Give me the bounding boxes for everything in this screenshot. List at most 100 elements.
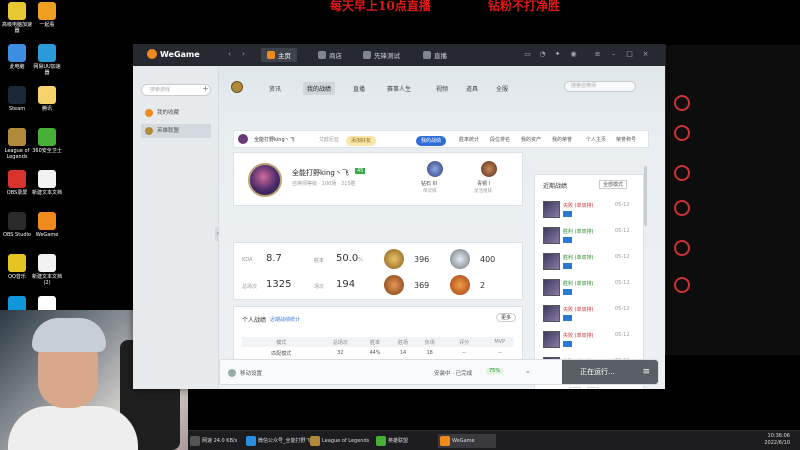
personal-subtitle[interactable]: 近期战绩统计 bbox=[270, 316, 300, 323]
nav-pioneer[interactable]: 先锋测试 bbox=[363, 50, 400, 60]
sidebar-search-input[interactable]: 搜索游戏 + bbox=[141, 84, 211, 96]
clock[interactable]: 10:36:06 2022/6/10 bbox=[764, 433, 790, 447]
subnav-rank[interactable]: 段位排名 bbox=[490, 136, 510, 143]
summoner-avatar bbox=[248, 163, 282, 197]
tab-events[interactable]: 赛事人生 bbox=[387, 84, 411, 93]
match-date: 05-12 bbox=[615, 254, 630, 260]
list-item[interactable]: 失败 (单双排) 05-12 bbox=[543, 329, 643, 351]
desktop-icon[interactable]: 此电脑 bbox=[2, 44, 32, 70]
lol-icon bbox=[145, 127, 153, 135]
expand-icon[interactable]: ⌄ bbox=[525, 367, 531, 375]
desktop-icon[interactable]: 网易UU加速器 bbox=[32, 44, 62, 76]
match-date: 05-12 bbox=[615, 228, 630, 234]
rank-flex-sub: 灵活组排 bbox=[474, 189, 492, 194]
next-page-button[interactable]: > bbox=[587, 387, 599, 389]
match-result: 失败 (单双排) bbox=[563, 203, 594, 209]
sidebar-item-favorites[interactable]: 我的收藏 bbox=[141, 106, 211, 120]
install-percent: 75% bbox=[486, 368, 504, 374]
desktop-icon[interactable]: 一起看 bbox=[32, 2, 62, 28]
desktop-icon[interactable]: 新建文本文档 (2) bbox=[32, 254, 62, 286]
sidebar-item-lol[interactable]: 英雄联盟 bbox=[141, 124, 211, 138]
match-date: 05-12 bbox=[615, 202, 630, 208]
prev-page-button[interactable]: < bbox=[569, 387, 581, 389]
minimize-icon[interactable]: – bbox=[609, 50, 618, 59]
recent-title: 近期战绩 bbox=[543, 183, 568, 190]
table-header: 评分 bbox=[442, 337, 486, 347]
subnav-winrate[interactable]: 胜率统计 bbox=[459, 136, 479, 143]
bottom-left-label[interactable]: 移动设置 bbox=[240, 369, 262, 377]
summoner-search-input[interactable]: 搜索召唤师 bbox=[564, 81, 636, 92]
running-menu-icon[interactable]: ≡ bbox=[642, 360, 650, 384]
desktop-icon[interactable]: 腾讯 bbox=[32, 86, 62, 112]
subnav-honor[interactable]: 我的荣誉 bbox=[552, 136, 572, 143]
subnav-my-record[interactable]: 我的战绩 bbox=[416, 136, 447, 146]
profile-card: 全能打野king丶飞 45 召唤师等级 · 100场 · 215胜 钻石 III… bbox=[233, 152, 523, 206]
desktop-icon[interactable]: OBS录屏 bbox=[2, 170, 32, 196]
subnav-assets[interactable]: 我的资产 bbox=[521, 136, 541, 143]
desktop-icon[interactable]: OBS Studio bbox=[2, 212, 32, 238]
forward-icon[interactable]: › bbox=[239, 50, 248, 59]
stat-winrate-unit: % bbox=[358, 257, 363, 263]
chat-icon[interactable]: ◔ bbox=[538, 50, 547, 59]
nav-home[interactable]: 主页 bbox=[261, 48, 297, 62]
more-button[interactable]: 更多 bbox=[496, 313, 517, 322]
app-icon bbox=[38, 254, 56, 272]
settings-icon[interactable]: ✦ bbox=[553, 50, 562, 59]
tab-server[interactable]: 全服 bbox=[496, 84, 508, 93]
avatar-icon[interactable]: ◉ bbox=[569, 50, 578, 59]
subnav-homepage[interactable]: 个人主页 bbox=[586, 136, 606, 143]
subnav-title[interactable]: 荣誉称号 bbox=[616, 136, 636, 143]
list-item[interactable]: 胜利 (单双排) 05-12 bbox=[543, 251, 643, 273]
list-item[interactable]: 胜利 (单双排) 05-12 bbox=[543, 225, 643, 247]
desktop-icon[interactable]: Steam bbox=[2, 86, 32, 112]
small-avatar bbox=[238, 134, 248, 144]
menu-icon[interactable]: ≡ bbox=[593, 50, 602, 59]
home-icon bbox=[267, 51, 275, 59]
taskbar-app-icon bbox=[440, 436, 450, 446]
download-icon[interactable]: ▭ bbox=[523, 50, 532, 59]
taskbar-item[interactable]: 网速 24.0 KB/s bbox=[188, 434, 244, 448]
running-button[interactable]: 正在运行... ≡ bbox=[562, 360, 658, 384]
taskbar-item[interactable]: League of Legends bbox=[308, 434, 372, 448]
medal-bronze-value: 369 bbox=[414, 281, 430, 290]
list-item[interactable]: 失败 (单双排) 05-12 bbox=[543, 199, 643, 221]
tab-live[interactable]: 直播 bbox=[353, 84, 365, 93]
close-icon[interactable]: × bbox=[641, 50, 650, 59]
list-item[interactable]: 失败 (单双排) 05-12 bbox=[543, 303, 643, 325]
streak-medal-icon bbox=[450, 275, 470, 295]
taskbar-item[interactable]: 英雄联盟 bbox=[374, 434, 434, 448]
desktop-icon[interactable]: 360安全卫士 bbox=[32, 128, 62, 154]
desktop-icon[interactable]: 高级电脑加速器 bbox=[2, 2, 32, 34]
tab-my-record[interactable]: 我的战绩 bbox=[303, 82, 336, 95]
table-header: 胜率 bbox=[360, 337, 390, 347]
desktop-icon[interactable]: 新建文本文档 bbox=[32, 170, 62, 196]
desktop-icon-label: League of Legends bbox=[4, 148, 30, 160]
tab-items[interactable]: 道具 bbox=[466, 84, 478, 93]
list-item[interactable]: 胜利 (单双排) 05-12 bbox=[543, 277, 643, 299]
desktop-icon[interactable]: QQ音乐 bbox=[2, 254, 32, 280]
settings-gear-icon[interactable] bbox=[228, 369, 236, 377]
add-game-icon[interactable]: + bbox=[200, 84, 211, 95]
bronze-rank-icon bbox=[481, 161, 497, 177]
mode-filter-select[interactable]: 全部模式 bbox=[599, 180, 628, 189]
taskbar-item[interactable]: 微信公众号_全能打野飞 bbox=[244, 434, 314, 448]
taskbar-app-icon bbox=[310, 436, 320, 446]
diamond-rank-icon bbox=[427, 161, 443, 177]
nav-live[interactable]: 直播 bbox=[423, 50, 447, 60]
tab-video[interactable]: 视频 bbox=[436, 84, 448, 93]
store-icon bbox=[318, 51, 326, 59]
back-icon[interactable]: ‹ bbox=[225, 50, 234, 59]
gold-medal-icon bbox=[384, 249, 404, 269]
maximize-icon[interactable]: □ bbox=[625, 50, 634, 59]
taskbar-app-icon bbox=[246, 436, 256, 446]
summoner-meta: 召唤师等级 · 100场 · 215胜 bbox=[292, 181, 356, 187]
taskbar-item[interactable]: WeGame bbox=[438, 434, 496, 448]
scrollbar[interactable] bbox=[644, 166, 647, 226]
tab-news[interactable]: 资讯 bbox=[269, 84, 281, 93]
table-header: 模式 bbox=[242, 337, 321, 347]
add-friend-button[interactable]: 添加好友 bbox=[346, 136, 377, 146]
personal-title: 个人战绩 bbox=[242, 317, 267, 324]
desktop-icon[interactable]: League of Legends bbox=[2, 128, 32, 160]
desktop-icon[interactable]: WeGame bbox=[32, 212, 62, 238]
nav-store[interactable]: 商店 bbox=[318, 50, 342, 60]
